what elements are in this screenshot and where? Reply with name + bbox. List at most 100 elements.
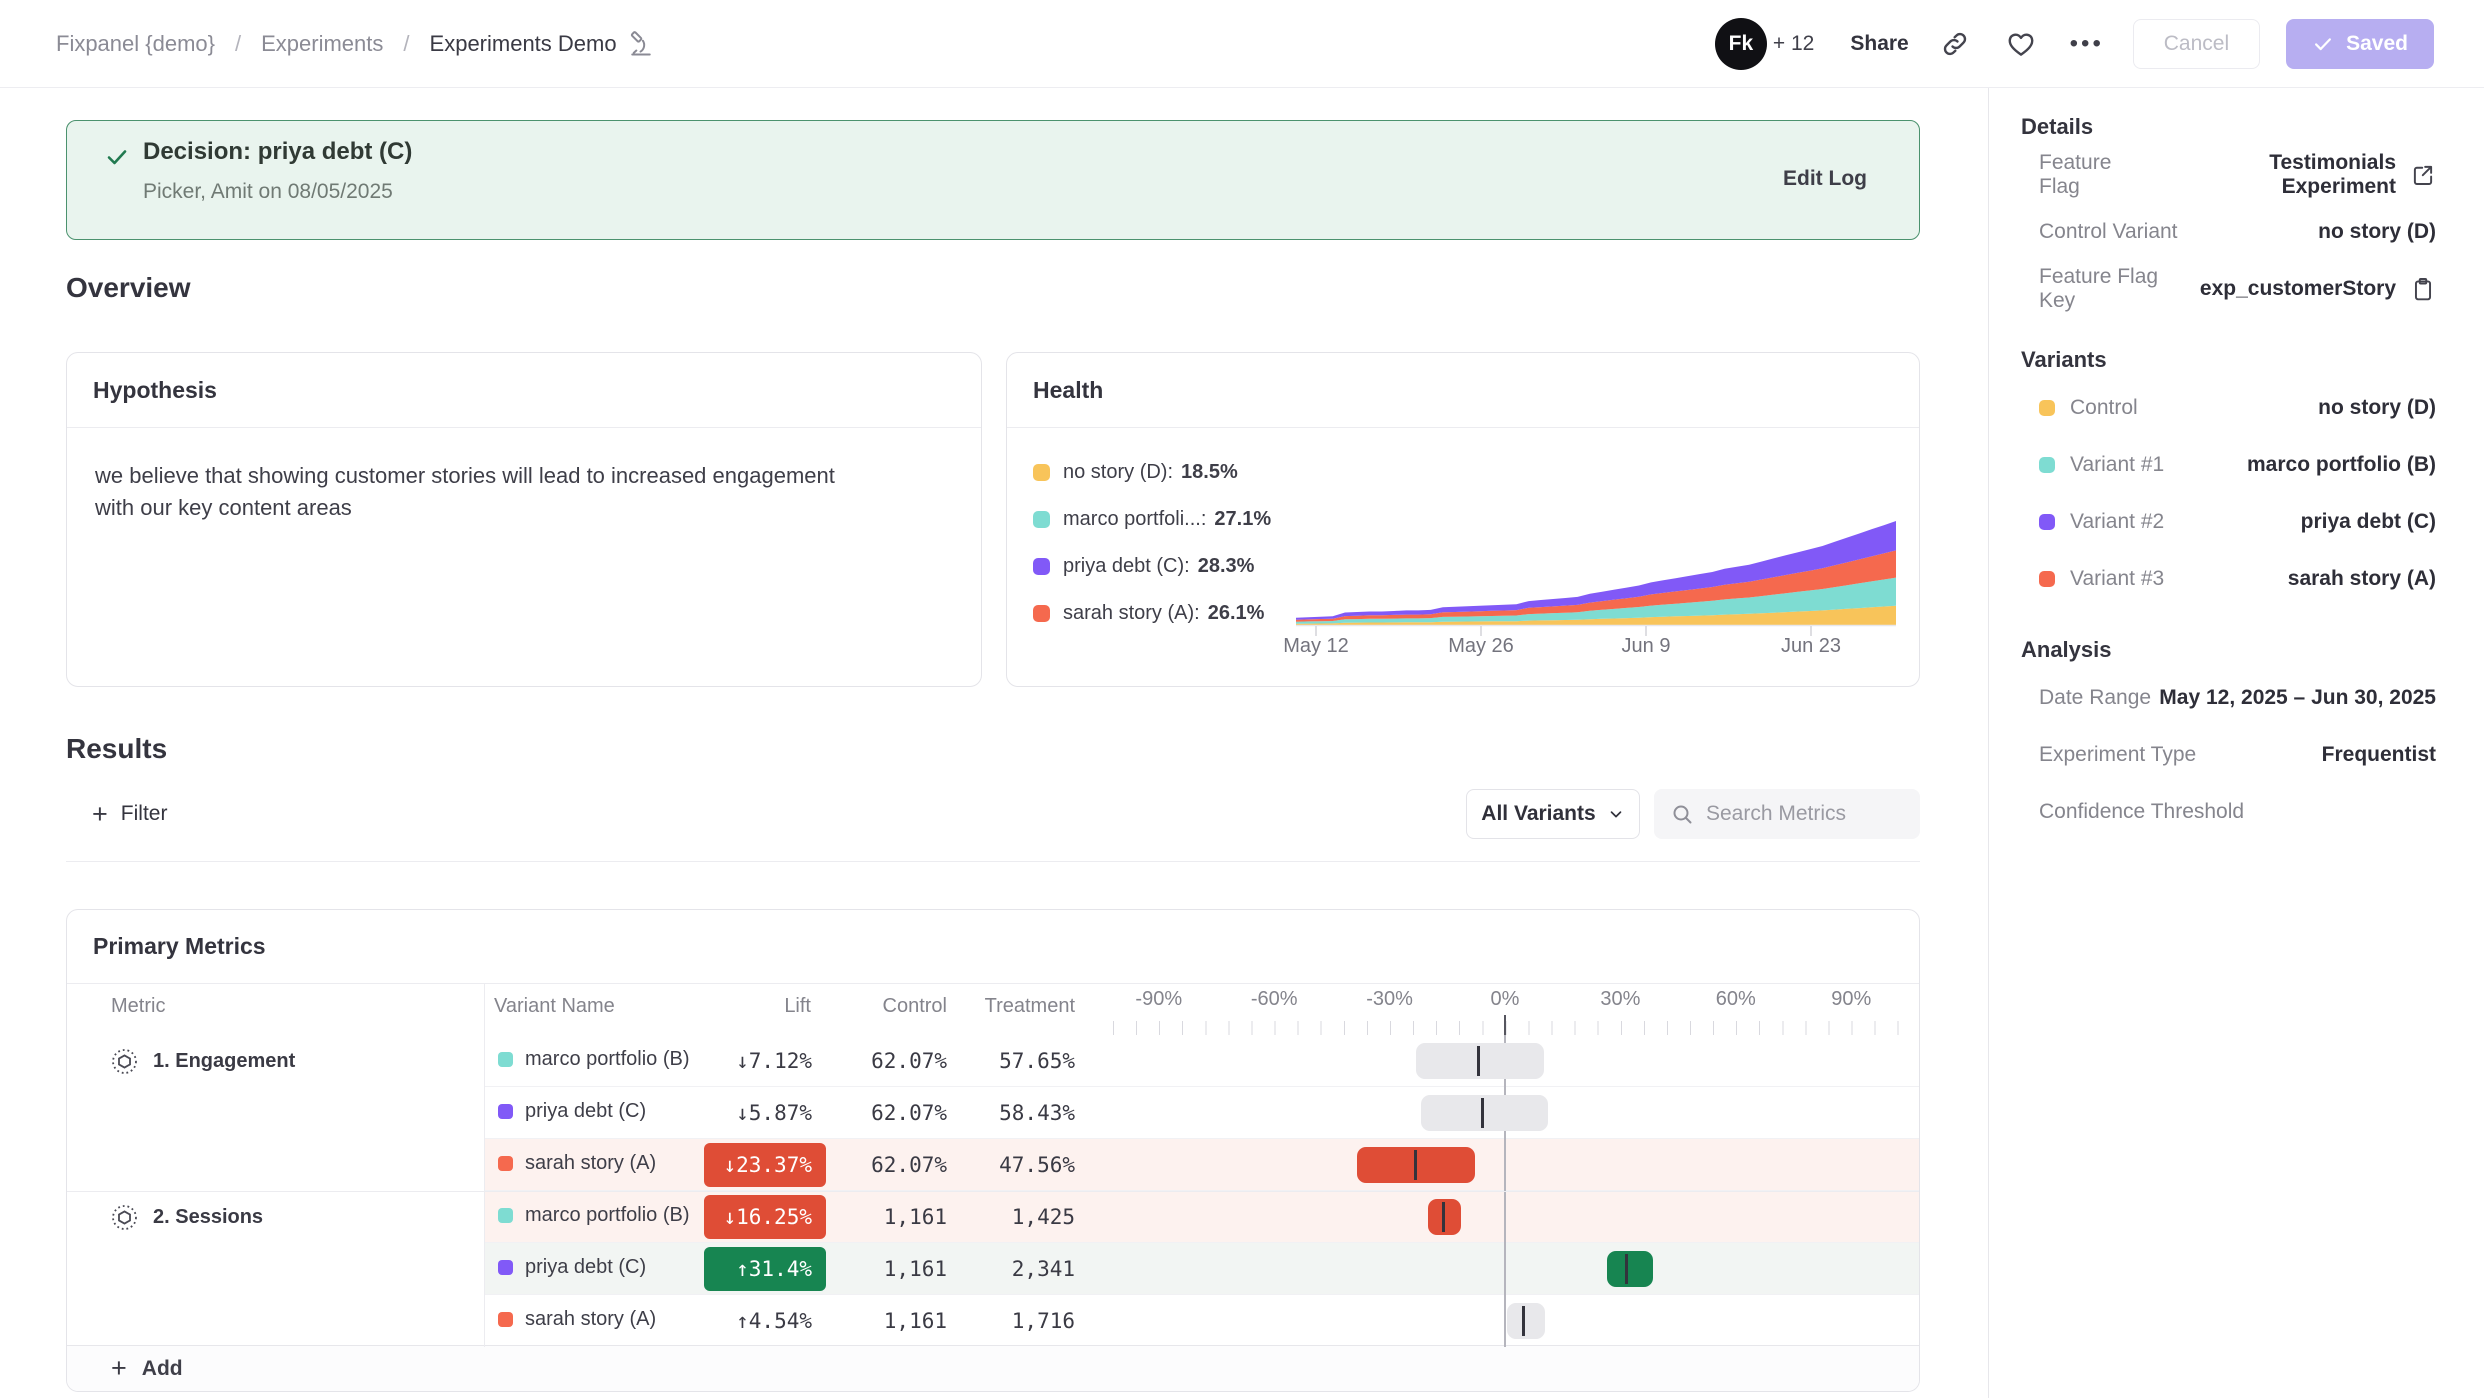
variant-name: marco portfolio (B) (525, 1048, 690, 1071)
col-lift: Lift (694, 995, 811, 1018)
analysis-section: Analysis Date RangeMay 12, 2025 – Jun 30… (2021, 637, 2436, 840)
more-options-button[interactable]: ••• (2067, 24, 2107, 64)
axis-tick-label: -90% (1109, 988, 1209, 1011)
variants-section: Variants Controlno story (D)Variant #1ma… (2021, 347, 2436, 607)
metric-target-icon (111, 1048, 138, 1075)
legend-label: no story (D): (1063, 461, 1173, 484)
add-metric-button[interactable]: + Add (67, 1345, 1919, 1391)
metric-name-cell[interactable]: 1. Engagement (111, 1048, 295, 1075)
details-row: Feature FlagTestimonials Experiment (2021, 146, 2436, 203)
table-row[interactable]: priya debt (C)↑31.4%1,1612,341 (67, 1243, 1919, 1295)
variant-row: Variant #2priya debt (C) (2021, 493, 2436, 550)
page-title: Experiments Demo (430, 31, 617, 57)
check-icon (2312, 33, 2334, 55)
decision-banner: Decision: priya debt (C) Picker, Amit on… (66, 120, 1920, 240)
breadcrumb-experiments[interactable]: Experiments (261, 31, 383, 57)
top-nav: Fixpanel {demo} / Experiments / Experime… (0, 0, 2484, 88)
details-value-text: no story (D) (2318, 220, 2436, 244)
metric-name-cell[interactable]: 2. Sessions (111, 1204, 263, 1231)
legend-label: sarah story (A): (1063, 602, 1200, 625)
legend-swatch-icon (1033, 511, 1050, 528)
variant-row: Controlno story (D) (2021, 379, 2436, 436)
edit-log-button[interactable]: Edit Log (1783, 167, 1867, 191)
confidence-interval-bar (1416, 1043, 1545, 1079)
collaborator-count[interactable]: + 12 (1773, 32, 1814, 56)
cancel-button[interactable]: Cancel (2133, 19, 2260, 69)
axis-tick-label: -60% (1224, 988, 1324, 1011)
table-row[interactable]: priya debt (C) ↓5.87%62.07%58.43% (67, 1087, 1919, 1139)
plus-icon: + (111, 1355, 127, 1382)
breadcrumb: Fixpanel {demo} / Experiments / Experime… (56, 30, 655, 58)
control-value: 62.07% (821, 1139, 947, 1191)
treatment-value: 1,716 (949, 1295, 1075, 1347)
details-value[interactable]: exp_customerStory (2200, 276, 2436, 302)
health-legend-item: priya debt (C): 28.3% (1033, 553, 1271, 579)
variant-name: marco portfolio (B) (525, 1204, 690, 1227)
table-row[interactable]: sarah story (A)↑4.54%1,1611,716 (67, 1295, 1919, 1347)
confidence-interval-bar (1507, 1303, 1545, 1339)
favorite-button[interactable] (2001, 24, 2041, 64)
avatar-group[interactable]: Fk + 12 (1715, 18, 1814, 70)
details-value[interactable]: Testimonials Experiment (2155, 151, 2436, 199)
search-metrics-box[interactable] (1654, 789, 1920, 839)
plus-icon: + (92, 801, 108, 828)
axis-zero-tick (1504, 1015, 1506, 1035)
metric-target-icon (111, 1204, 138, 1231)
heart-icon (2006, 29, 2036, 59)
add-filter-button[interactable]: + Filter (66, 801, 167, 828)
variant-swatch-icon (2039, 571, 2055, 587)
variant-value: marco portfolio (B) (2247, 453, 2436, 477)
decision-title: Decision: priya debt (C) (143, 138, 412, 166)
analysis-value: May 12, 2025 – Jun 30, 2025 (2159, 686, 2436, 710)
lift-point-tick (1625, 1254, 1628, 1284)
row-tint (484, 1191, 1919, 1243)
chart-x-label: Jun 23 (1756, 635, 1866, 658)
legend-label: priya debt (C): (1063, 555, 1190, 578)
details-label: Control Variant (2039, 220, 2178, 244)
metric-name: 2. Sessions (153, 1206, 263, 1229)
variant-cell: priya debt (C) (498, 1100, 646, 1123)
variant-swatch-icon (498, 1052, 513, 1067)
lift-value: ↓5.87% (704, 1091, 826, 1135)
variant-cell: priya debt (C) (498, 1256, 646, 1279)
legend-swatch-icon (1033, 558, 1050, 575)
saved-button[interactable]: Saved (2286, 19, 2434, 69)
avatar[interactable]: Fk (1715, 18, 1767, 70)
legend-label: marco portfoli...: (1063, 508, 1206, 531)
control-value: 62.07% (821, 1087, 947, 1139)
copy-link-button[interactable] (1935, 24, 1975, 64)
primary-metrics-card: Primary Metrics Metric Variant Name Lift… (66, 909, 1920, 1392)
table-row[interactable]: sarah story (A)↓23.37%62.07%47.56% (67, 1139, 1919, 1191)
col-metric: Metric (111, 995, 165, 1018)
search-metrics-input[interactable] (1706, 802, 1904, 826)
table-row[interactable]: 1. Engagementmarco portfolio (B)↓7.12%62… (67, 1035, 1919, 1087)
lift-point-tick (1442, 1202, 1445, 1232)
variant-name: sarah story (A) (525, 1308, 656, 1331)
table-row[interactable]: 2. Sessionsmarco portfolio (B)↓16.25%1,1… (67, 1191, 1919, 1243)
variant-swatch-icon (2039, 514, 2055, 530)
variants-dropdown[interactable]: All Variants (1466, 789, 1640, 839)
chart-x-label: May 12 (1261, 635, 1371, 658)
main-content: Decision: priya debt (C) Picker, Amit on… (0, 88, 1988, 1398)
analysis-row: Date RangeMay 12, 2025 – Jun 30, 2025 (2021, 669, 2436, 726)
variant-swatch-icon (498, 1208, 513, 1223)
breadcrumb-separator: / (235, 31, 241, 57)
external-link-icon[interactable] (2410, 162, 2436, 188)
control-value: 62.07% (821, 1035, 947, 1087)
control-value: 1,161 (821, 1243, 947, 1295)
lift-point-tick (1522, 1306, 1525, 1336)
variant-cell: sarah story (A) (498, 1152, 656, 1175)
variant-value: priya debt (C) (2301, 510, 2436, 534)
details-label: Feature Flag (2039, 151, 2155, 199)
variant-row: Variant #3sarah story (A) (2021, 550, 2436, 607)
link-icon (1940, 29, 1970, 59)
treatment-value: 58.43% (949, 1087, 1075, 1139)
row-tint (484, 1139, 1919, 1191)
breadcrumb-project[interactable]: Fixpanel {demo} (56, 31, 215, 57)
check-icon (105, 145, 129, 174)
hypothesis-body: we believe that showing customer stories… (67, 428, 897, 556)
variant-label-text: Control (2070, 396, 2138, 420)
clipboard-icon[interactable] (2410, 276, 2436, 302)
share-button[interactable]: Share (1850, 32, 1908, 56)
table-header: Metric Variant Name Lift Control Treatme… (67, 984, 1919, 1035)
